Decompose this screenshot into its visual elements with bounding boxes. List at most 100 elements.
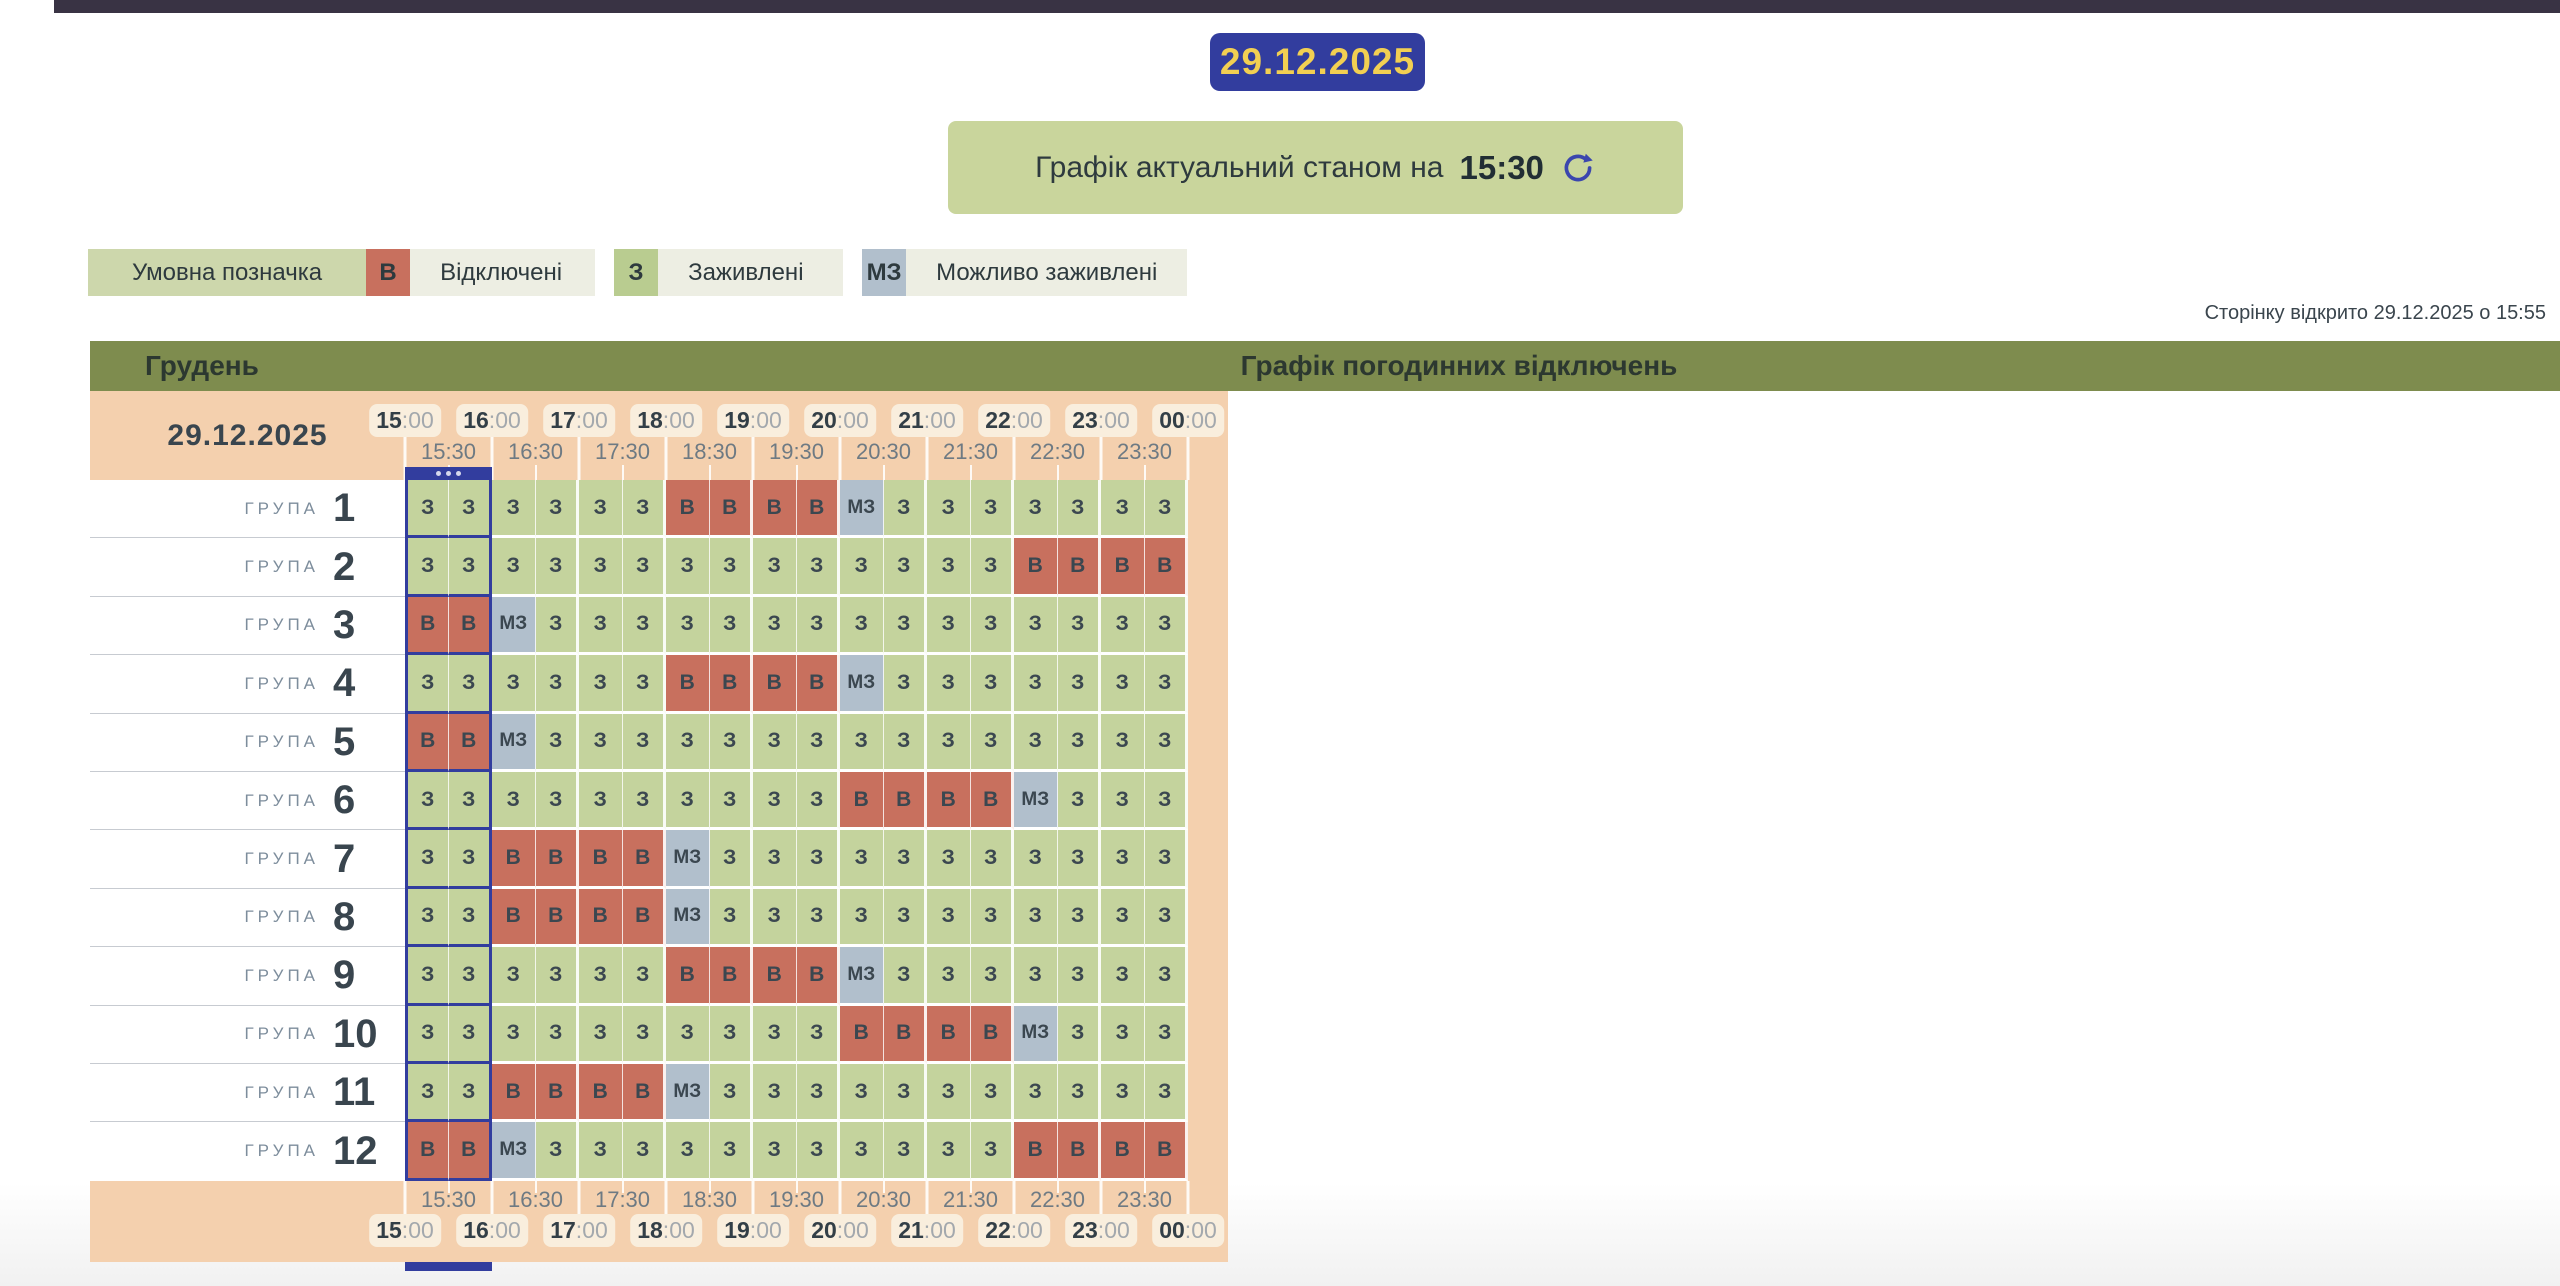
schedule-cell: З xyxy=(971,889,1015,947)
schedule-cell: В xyxy=(623,889,667,947)
legend-label-off: Відключені xyxy=(410,249,595,296)
schedule-cell: З xyxy=(449,1064,493,1122)
group-word: ГРУПА xyxy=(244,499,319,519)
group-number: 3 xyxy=(333,603,405,648)
schedule-cell: З xyxy=(971,480,1015,538)
legend-badge-maybe: МЗ xyxy=(862,249,906,296)
schedule-cell: МЗ xyxy=(666,830,710,888)
group-word: ГРУПА xyxy=(244,674,319,694)
schedule-cell: З xyxy=(405,538,449,596)
schedule-cell: В xyxy=(1014,1122,1058,1180)
schedule-cell: З xyxy=(971,655,1015,713)
refresh-button[interactable] xyxy=(1560,150,1596,186)
schedule-cell: З xyxy=(884,1122,928,1180)
schedule-cell: З xyxy=(797,714,841,772)
schedule-cell: В xyxy=(710,480,754,538)
schedule-cell: З xyxy=(623,947,667,1005)
schedule-cell: З xyxy=(1101,655,1145,713)
schedule-cell: З xyxy=(710,772,754,830)
schedule-cell: З xyxy=(840,1064,884,1122)
schedule-cell: З xyxy=(405,947,449,1005)
schedule-cell: З xyxy=(797,772,841,830)
schedule-cell: З xyxy=(753,1122,797,1180)
schedule-cell: З xyxy=(1101,1064,1145,1122)
schedule-cell: З xyxy=(1058,597,1102,655)
schedule-cell: З xyxy=(492,1006,536,1064)
date-badge[interactable]: 29.12.2025 xyxy=(1210,33,1425,91)
half-hour-label: 19:30 xyxy=(769,1187,824,1213)
schedule-cell: В xyxy=(1058,1122,1102,1180)
current-slot-marker-top xyxy=(405,467,492,480)
half-hour-label: 23:30 xyxy=(1117,439,1172,465)
schedule-cell: В xyxy=(927,772,971,830)
legend: Умовна позначка В Відключені З Заживлені… xyxy=(88,249,1187,296)
schedule-cell: З xyxy=(927,480,971,538)
group-label: ГРУПА7 xyxy=(90,830,405,888)
group-word: ГРУПА xyxy=(244,1083,319,1103)
group-word: ГРУПА xyxy=(244,557,319,577)
schedule-cell: З xyxy=(536,1122,580,1180)
hour-label: 15:00 xyxy=(369,404,441,437)
group-word: ГРУПА xyxy=(244,907,319,927)
schedule-cell: З xyxy=(492,947,536,1005)
status-bar: Графік актуальний станом на 15:30 xyxy=(948,121,1683,214)
hour-label: 22:00 xyxy=(978,1214,1050,1247)
group-cells: ЗЗВВВВМЗЗЗЗЗЗЗЗЗЗЗЗ xyxy=(405,1064,1188,1122)
schedule-cell: З xyxy=(840,889,884,947)
schedule-cell: З xyxy=(1145,889,1189,947)
hour-gridline xyxy=(926,437,929,480)
group-label: ГРУПА5 xyxy=(90,714,405,772)
schedule-cell: З xyxy=(971,538,1015,596)
group-label: ГРУПА4 xyxy=(90,655,405,713)
schedule-cell: З xyxy=(1014,1064,1058,1122)
group-number: 7 xyxy=(333,837,405,882)
schedule-cell: З xyxy=(1101,947,1145,1005)
half-hour-gridline xyxy=(1057,465,1059,480)
hour-gridline xyxy=(1187,437,1190,480)
time-axis-top: 29.12.2025 15:0016:0017:0018:0019:0020:0… xyxy=(90,391,1228,480)
group-cells: ЗЗЗЗЗЗВВВВМЗЗЗЗЗЗЗЗ xyxy=(405,655,1188,713)
schedule-cell: З xyxy=(927,1064,971,1122)
schedule-cell: З xyxy=(579,772,623,830)
schedule-cell: З xyxy=(710,538,754,596)
hour-label: 15:00 xyxy=(369,1214,441,1247)
schedule-cell: З xyxy=(666,597,710,655)
schedule-cell: З xyxy=(1145,1006,1189,1064)
group-number: 11 xyxy=(333,1070,405,1115)
schedule-cell: З xyxy=(536,714,580,772)
schedule-cell: З xyxy=(405,480,449,538)
schedule-cell: З xyxy=(927,538,971,596)
schedule-cell: З xyxy=(623,655,667,713)
group-row: ГРУПА2ЗЗЗЗЗЗЗЗЗЗЗЗЗЗВВВВ xyxy=(90,538,1228,596)
schedule-cell: В xyxy=(492,830,536,888)
schedule-cell: З xyxy=(492,772,536,830)
schedule-cell: З xyxy=(449,655,493,713)
schedule-cell: З xyxy=(666,538,710,596)
schedule-cell: В xyxy=(666,655,710,713)
schedule-cell: З xyxy=(753,597,797,655)
schedule-cell: З xyxy=(797,1006,841,1064)
time-axis-bottom: 15:0016:0017:0018:0019:0020:0021:0022:00… xyxy=(90,1181,1228,1262)
schedule-cell: З xyxy=(1058,1064,1102,1122)
hour-label: 00:00 xyxy=(1152,404,1224,437)
schedule-cell: В xyxy=(579,1064,623,1122)
schedule-cell: З xyxy=(1145,1064,1189,1122)
schedule-cell: З xyxy=(710,1006,754,1064)
schedule-cell: В xyxy=(449,597,493,655)
schedule-cell: З xyxy=(927,1122,971,1180)
schedule-cell: В xyxy=(536,830,580,888)
hour-label: 16:00 xyxy=(456,404,528,437)
group-row: ГРУПА5ВВМЗЗЗЗЗЗЗЗЗЗЗЗЗЗЗЗ xyxy=(90,714,1228,772)
schedule-cell: В xyxy=(536,1064,580,1122)
schedule-cell: В xyxy=(623,1064,667,1122)
legend-title: Умовна позначка xyxy=(88,249,366,296)
schedule-cell: З xyxy=(1058,830,1102,888)
legend-item-off: В Відключені xyxy=(366,249,595,296)
group-label: ГРУПА9 xyxy=(90,947,405,1005)
schedule-cell: З xyxy=(579,538,623,596)
hour-gridline xyxy=(752,437,755,480)
schedule-cell: З xyxy=(1058,480,1102,538)
schedule-cell: В xyxy=(666,947,710,1005)
schedule-cell: З xyxy=(405,655,449,713)
schedule-cell: З xyxy=(1014,480,1058,538)
